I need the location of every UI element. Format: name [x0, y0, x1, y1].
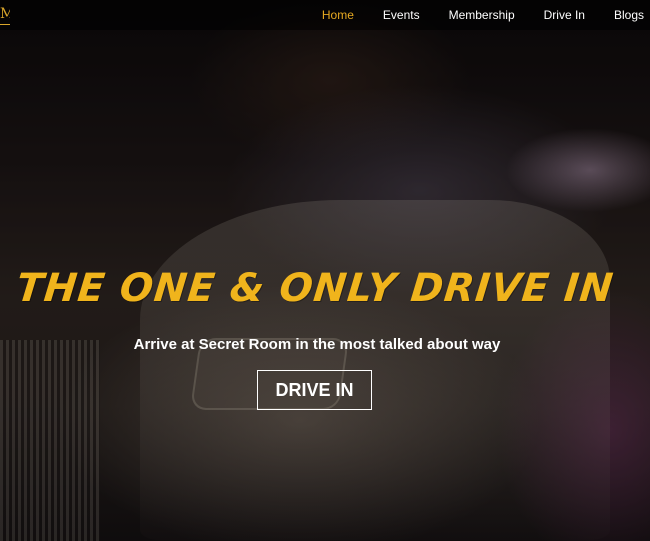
top-navigation: M Home Events Membership Drive In Blogs — [0, 0, 650, 30]
hero-subline: Arrive at Secret Room in the most talked… — [133, 336, 501, 353]
hero-headline: THE ONE & ONLY DRIVE IN — [14, 266, 616, 312]
nav-item-events[interactable]: Events — [383, 8, 420, 22]
site-logo[interactable]: M — [0, 4, 10, 24]
nav-item-blogs[interactable]: Blogs — [614, 8, 644, 22]
drive-in-button[interactable]: DRIVE IN — [257, 370, 372, 410]
logo-underline — [0, 24, 10, 25]
main-menu: Home Events Membership Drive In Blogs — [322, 0, 644, 30]
nav-item-home[interactable]: Home — [322, 8, 354, 22]
nav-item-membership[interactable]: Membership — [449, 8, 515, 22]
nav-item-drive-in[interactable]: Drive In — [544, 8, 585, 22]
